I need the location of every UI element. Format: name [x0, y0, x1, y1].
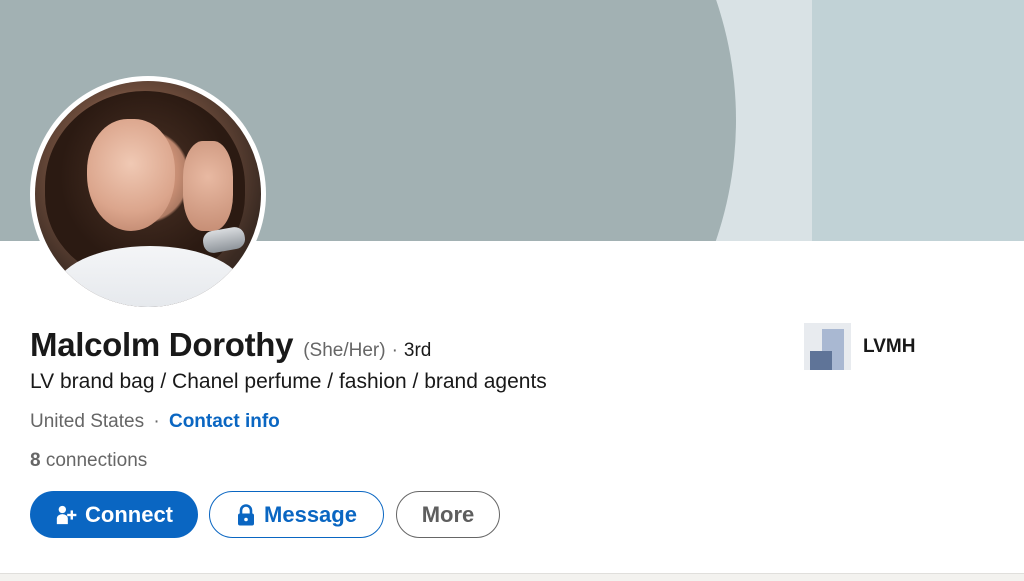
more-button[interactable]: More	[396, 491, 500, 538]
location: United States	[30, 411, 145, 432]
profile-name: Malcolm Dorothy	[30, 326, 294, 363]
company-logo-bar-short	[810, 351, 832, 370]
profile-headline: LV brand bag / Chanel perfume / fashion …	[30, 370, 547, 393]
company-name: LVMH	[863, 335, 916, 357]
add-person-icon	[55, 504, 77, 526]
message-label: Message	[264, 501, 357, 527]
location-separator: ·	[153, 411, 160, 432]
banner-side-panel	[812, 0, 1024, 241]
connections-link[interactable]: 8 connections	[30, 450, 147, 472]
profile-card: Malcolm Dorothy (She/Her) · 3rd LV brand…	[0, 0, 1024, 574]
connections-count: 8	[30, 450, 41, 471]
connect-label: Connect	[85, 501, 173, 527]
company-logo	[804, 323, 851, 370]
connections-label: connections	[45, 450, 148, 471]
photo-face	[87, 119, 175, 231]
profile-photo-image	[35, 81, 261, 307]
contact-info-link[interactable]: Contact info	[169, 411, 280, 432]
connect-button[interactable]: Connect	[30, 491, 198, 538]
more-label: More	[421, 501, 475, 527]
name-row: Malcolm Dorothy (She/Her) · 3rd	[30, 326, 431, 364]
message-button[interactable]: Message	[209, 491, 384, 538]
connection-degree: 3rd	[403, 340, 432, 361]
current-company[interactable]: LVMH	[804, 323, 915, 370]
pronouns: (She/Her)	[303, 340, 386, 361]
location-row: United States · Contact info	[30, 411, 280, 433]
profile-photo[interactable]	[30, 76, 266, 312]
degree-separator: ·	[391, 340, 398, 361]
photo-hand	[183, 141, 233, 231]
lock-icon	[236, 503, 256, 526]
